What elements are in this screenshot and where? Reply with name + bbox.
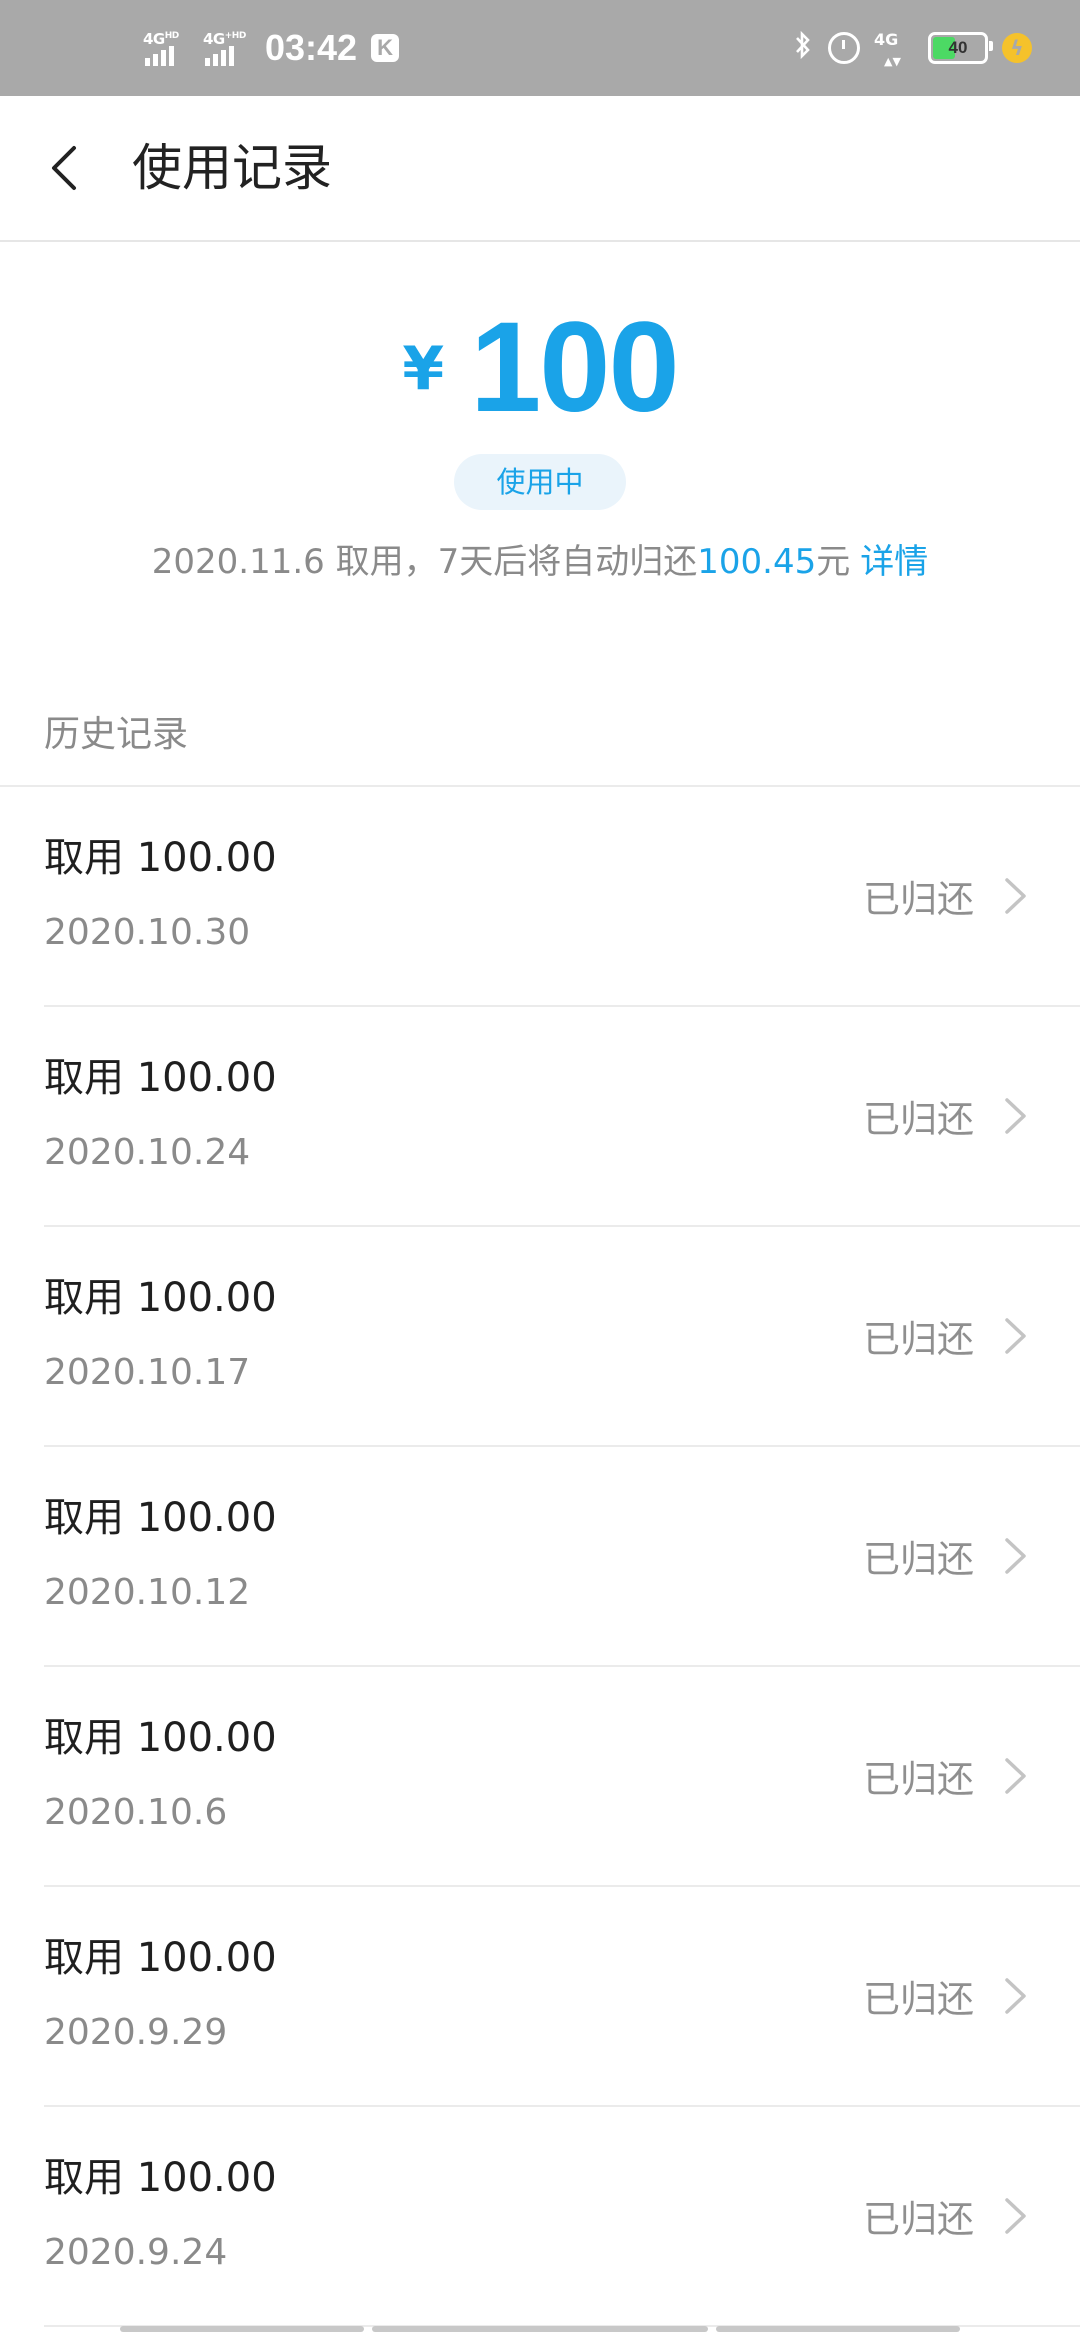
bluetooth-icon	[792, 30, 814, 67]
chevron-right-icon	[998, 1534, 1032, 1578]
record-status: 已归还	[863, 1098, 974, 1141]
back-button[interactable]	[30, 132, 102, 204]
page-title: 使用记录	[132, 139, 332, 197]
chevron-right-icon	[998, 874, 1032, 918]
record-status: 已归还	[863, 1758, 974, 1801]
history-list: 取用 100.00 2020.10.30 已归还 取用 100.00 2020.…	[0, 787, 1080, 2327]
history-record-item[interactable]: 取用 100.00 2020.9.29 已归还	[44, 1887, 1080, 2107]
back-arrow-icon	[52, 146, 76, 190]
record-status: 已归还	[863, 878, 974, 921]
usage-info-suffix: 元	[816, 542, 851, 582]
return-amount: 100.45	[697, 542, 817, 582]
usage-info-text: 2020.11.6 取用，7天后将自动归还100.45元 详情	[0, 534, 1080, 583]
history-record-item[interactable]: 取用 100.00 2020.10.6 已归还	[44, 1667, 1080, 1887]
chevron-right-icon	[998, 2194, 1032, 2238]
status-clock: 03:42	[265, 27, 358, 68]
chevron-right-icon	[998, 1314, 1032, 1358]
record-date: 2020.9.29	[44, 2012, 228, 2053]
record-title: 取用 100.00	[44, 1715, 277, 1761]
usage-status-badge: 使用中	[454, 454, 626, 510]
chevron-right-icon	[998, 1094, 1032, 1138]
record-date: 2020.10.24	[44, 1132, 251, 1173]
record-date: 2020.10.12	[44, 1572, 251, 1613]
status-bar-left: 4GHD 4G+HD 03:42 K	[143, 0, 400, 96]
mobile-data-icon: 4G ▲▼	[874, 30, 901, 68]
sim2-network-label: 4G+HD	[203, 30, 246, 48]
chevron-right-icon	[998, 1974, 1032, 2018]
charging-icon: ϟ	[1002, 33, 1032, 63]
record-status: 已归还	[863, 1978, 974, 2021]
details-link[interactable]: 详情	[860, 542, 928, 582]
data-network-label: 4G	[874, 30, 899, 49]
record-date: 2020.9.24	[44, 2232, 228, 2273]
status-bar-right: 4G ▲▼ 40 ϟ	[792, 0, 1032, 96]
record-title: 取用 100.00	[44, 1495, 277, 1541]
battery-icon: 40	[928, 32, 993, 64]
usage-info-prefix: 2020.11.6 取用，7天后将自动归还	[151, 542, 698, 582]
scroll-indicator	[0, 2326, 1080, 2334]
alarm-icon	[828, 32, 860, 64]
history-record-item[interactable]: 取用 100.00 2020.10.12 已归还	[44, 1447, 1080, 1667]
status-bar: 4GHD 4G+HD 03:42 K 4G ▲▼ 40 ϟ	[0, 0, 1080, 96]
sim1-network-label: 4GHD	[143, 30, 179, 48]
history-record-item[interactable]: 取用 100.00 2020.9.24 已归还	[44, 2107, 1080, 2327]
currency-symbol: ¥	[402, 334, 445, 404]
chevron-right-icon	[998, 1754, 1032, 1798]
battery-level: 40	[948, 38, 968, 57]
record-date: 2020.10.6	[44, 1792, 228, 1833]
history-record-item[interactable]: 取用 100.00 2020.10.17 已归还	[44, 1227, 1080, 1447]
record-title: 取用 100.00	[44, 2155, 277, 2201]
history-record-item[interactable]: 取用 100.00 2020.10.24 已归还	[44, 1007, 1080, 1227]
record-status: 已归还	[863, 1318, 974, 1361]
record-title: 取用 100.00	[44, 1935, 277, 1981]
amount-display: ¥ 100	[0, 296, 1080, 439]
current-usage-summary: ¥ 100 使用中 2020.11.6 取用，7天后将自动归还100.45元 详情	[0, 242, 1080, 662]
top-app-bar: 使用记录	[0, 96, 1080, 242]
record-status: 已归还	[863, 2198, 974, 2241]
history-record-item[interactable]: 取用 100.00 2020.10.30 已归还	[44, 787, 1080, 1007]
sim2-signal-icon: 4G+HD	[203, 28, 249, 68]
sim1-signal-icon: 4GHD	[143, 28, 189, 68]
app-notification-icon: K	[371, 34, 400, 62]
record-title: 取用 100.00	[44, 1275, 277, 1321]
current-amount: 100	[470, 295, 680, 439]
app-screen: 4GHD 4G+HD 03:42 K 4G ▲▼ 40 ϟ 使用记录 ¥ 100…	[0, 0, 1080, 2340]
record-status: 已归还	[863, 1538, 974, 1581]
record-title: 取用 100.00	[44, 835, 277, 881]
record-date: 2020.10.17	[44, 1352, 251, 1393]
history-heading: 历史记录	[44, 714, 189, 755]
record-date: 2020.10.30	[44, 912, 251, 953]
record-title: 取用 100.00	[44, 1055, 277, 1101]
